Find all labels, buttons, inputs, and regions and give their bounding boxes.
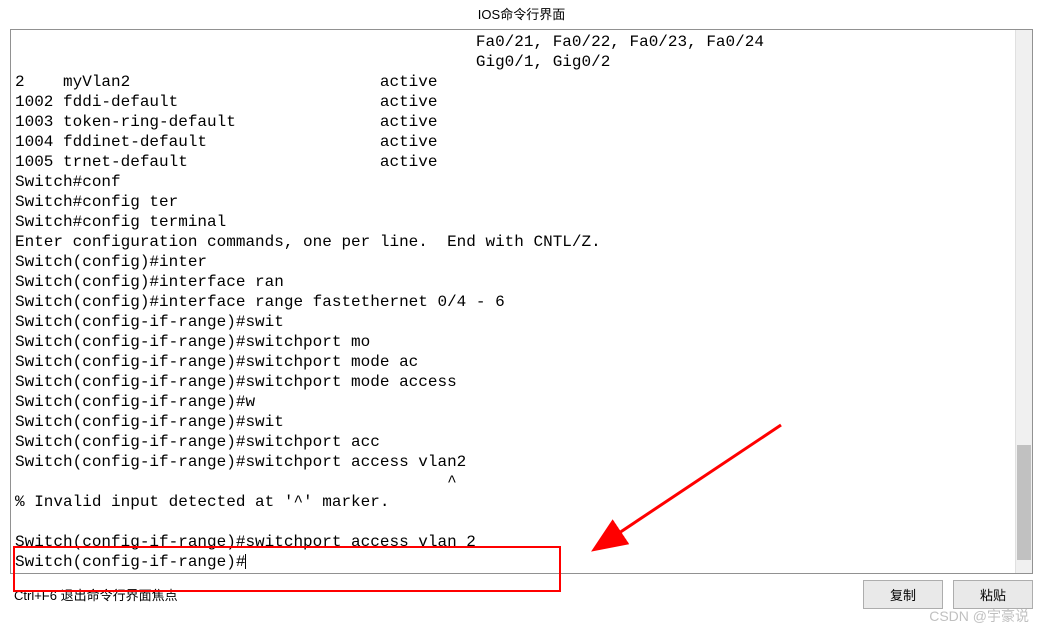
footer-bar: Ctrl+F6 退出命令行界面焦点 复制 粘贴 — [0, 574, 1043, 609]
terminal-output[interactable]: Fa0/21, Fa0/22, Fa0/23, Fa0/24 Gig0/1, G… — [11, 30, 1015, 573]
window-title: IOS命令行界面 — [0, 0, 1043, 29]
scrollbar-thumb[interactable] — [1017, 445, 1031, 560]
copy-button[interactable]: 复制 — [863, 580, 943, 609]
footer-hint: Ctrl+F6 退出命令行界面焦点 — [14, 585, 178, 604]
watermark: CSDN @宇豪说 — [929, 606, 1029, 626]
paste-button[interactable]: 粘贴 — [953, 580, 1033, 609]
terminal-container: Fa0/21, Fa0/22, Fa0/23, Fa0/24 Gig0/1, G… — [10, 29, 1033, 574]
vertical-scrollbar[interactable] — [1015, 30, 1032, 573]
